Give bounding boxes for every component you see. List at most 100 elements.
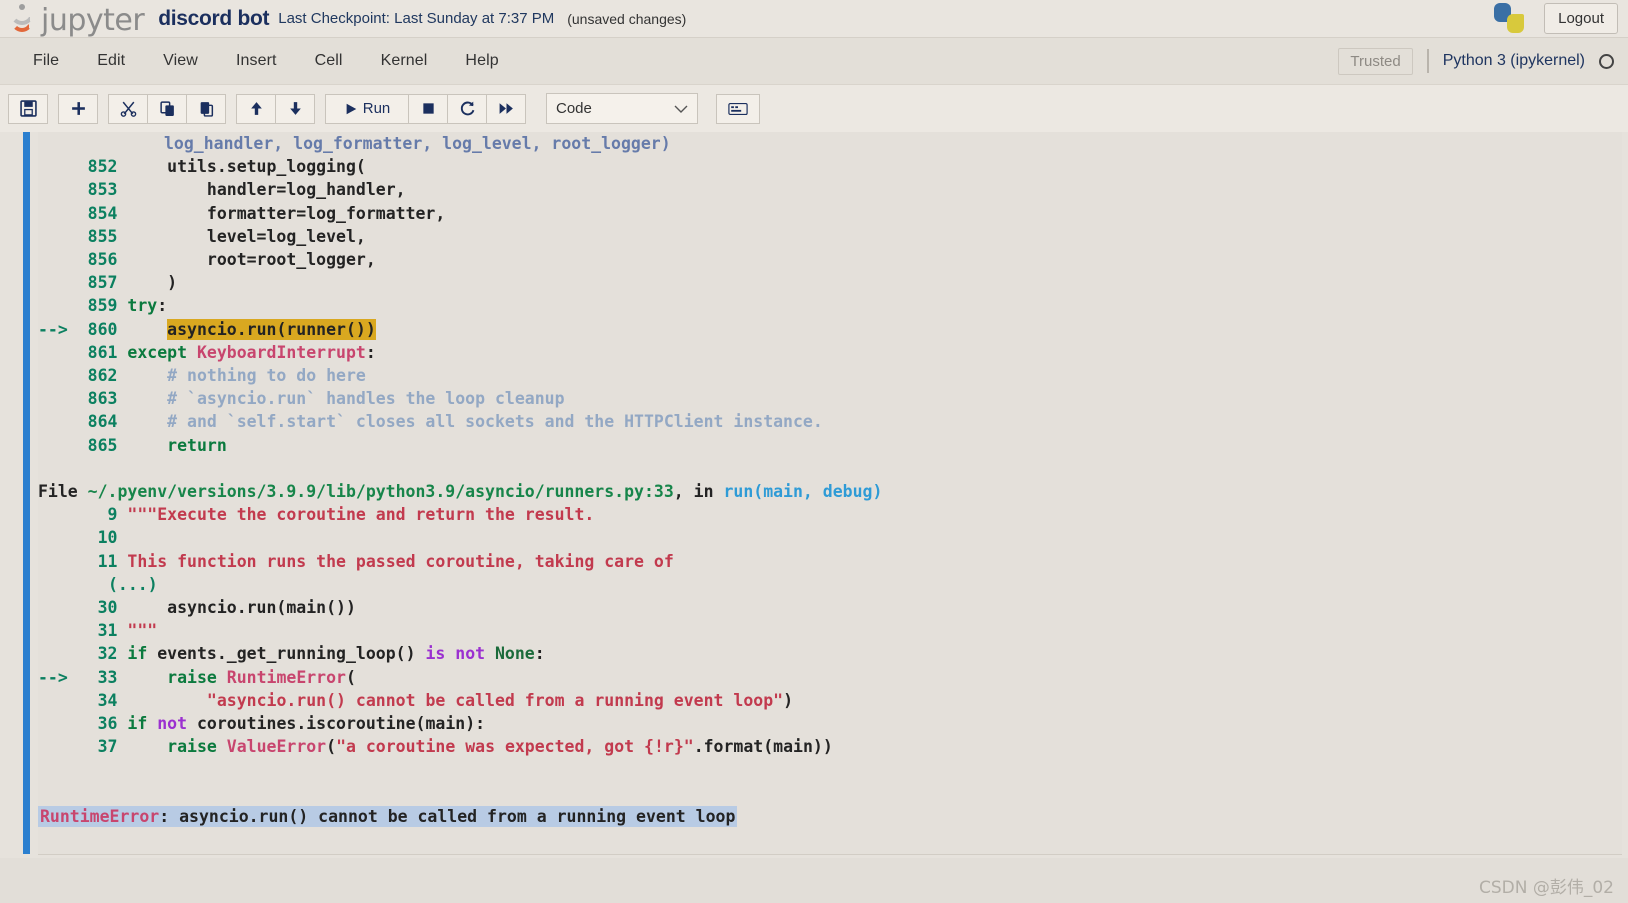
jupyter-logo[interactable]: jupyter bbox=[8, 2, 145, 38]
toolbar-group-move bbox=[236, 93, 315, 124]
menu-item-file[interactable]: File bbox=[14, 46, 78, 76]
insert-cell-button[interactable] bbox=[58, 93, 98, 124]
traceback-line: 865 return bbox=[38, 434, 1622, 457]
traceback-line: 855 level=log_level, bbox=[38, 225, 1622, 248]
traceback-line-gutter: 36 bbox=[77, 714, 128, 734]
arrow-down-icon bbox=[289, 102, 301, 115]
chevron-down-icon bbox=[674, 105, 688, 113]
traceback-line-gutter: 857 bbox=[77, 273, 128, 293]
restart-kernel-button[interactable] bbox=[447, 93, 487, 124]
selected-cell-indicator bbox=[23, 132, 30, 854]
traceback-line: 856 root=root_logger, bbox=[38, 248, 1622, 271]
jupyter-logo-icon bbox=[8, 3, 36, 36]
restart-circle-icon bbox=[460, 101, 474, 116]
cell-type-value: Code bbox=[556, 100, 592, 117]
run-button-label: Run bbox=[362, 100, 391, 117]
save-button[interactable] bbox=[8, 93, 48, 124]
traceback-line bbox=[164, 782, 1622, 805]
traceback-line: 9 """Execute the coroutine and return th… bbox=[38, 503, 1622, 526]
traceback-line: File ~/.pyenv/versions/3.9.9/lib/python3… bbox=[38, 480, 1622, 503]
traceback-line-gutter: 864 bbox=[77, 412, 128, 432]
trusted-badge[interactable]: Trusted bbox=[1338, 47, 1413, 75]
traceback-line: 863 # `asyncio.run` handles the loop cle… bbox=[38, 387, 1622, 410]
menu-item-cell[interactable]: Cell bbox=[296, 46, 362, 76]
arrow-up-icon bbox=[250, 102, 262, 115]
menu-bar: File Edit View Insert Cell Kernel Help T… bbox=[0, 37, 1628, 84]
menu-item-insert[interactable]: Insert bbox=[217, 46, 296, 76]
toolbar-group-save bbox=[8, 93, 48, 124]
toolbar-group-execute: Run bbox=[325, 93, 526, 124]
command-palette-button[interactable] bbox=[716, 93, 760, 124]
jupyter-logo-text: jupyter bbox=[41, 2, 145, 38]
traceback-line-gutter: 863 bbox=[77, 389, 128, 409]
kernel-name-label[interactable]: Python 3 (ipykernel) bbox=[1443, 52, 1585, 70]
menu-item-view[interactable]: View bbox=[144, 46, 217, 76]
traceback-line: 36 if not coroutines.iscoroutine(main): bbox=[38, 712, 1622, 735]
traceback-line-gutter: --> 860 bbox=[38, 319, 128, 339]
traceback-line: 10 bbox=[38, 526, 1622, 549]
jupyter-notebook-app: jupyter discord bot Last Checkpoint: Las… bbox=[0, 0, 1628, 903]
traceback-ellipsis: (...) bbox=[108, 574, 158, 594]
app-header: jupyter discord bot Last Checkpoint: Las… bbox=[0, 0, 1628, 37]
traceback-line: log_handler, log_formatter, log_level, r… bbox=[38, 132, 1622, 155]
notebook-toolbar: Run Code bbox=[0, 84, 1628, 132]
traceback-line: 861 except KeyboardInterrupt: bbox=[38, 341, 1622, 364]
traceback-line: RuntimeError: asyncio.run() cannot be ca… bbox=[38, 805, 1622, 828]
traceback-line-gutter: 855 bbox=[77, 226, 128, 246]
traceback-line: 30 asyncio.run(main()) bbox=[38, 596, 1622, 619]
logout-button[interactable]: Logout bbox=[1544, 3, 1618, 34]
interrupt-kernel-button[interactable] bbox=[408, 93, 448, 124]
traceback-line-gutter: 31 bbox=[77, 621, 128, 641]
stop-square-icon bbox=[422, 103, 434, 114]
move-cell-down-button[interactable] bbox=[275, 93, 315, 124]
traceback-line: 852 utils.setup_logging( bbox=[38, 155, 1622, 178]
run-button[interactable]: Run bbox=[325, 93, 409, 124]
traceback-line-gutter: 10 bbox=[77, 528, 128, 548]
copy-button[interactable] bbox=[147, 93, 187, 124]
traceback-line: 864 # and `self.start` closes all socket… bbox=[38, 410, 1622, 433]
traceback-line bbox=[164, 457, 1622, 480]
traceback-line: 31 """ bbox=[38, 619, 1622, 642]
cut-button[interactable] bbox=[108, 93, 148, 124]
traceback-line: 32 if events._get_running_loop() is not … bbox=[38, 642, 1622, 665]
traceback-line-gutter: 856 bbox=[77, 250, 128, 270]
save-icon bbox=[19, 100, 37, 117]
restart-run-all-button[interactable] bbox=[486, 93, 526, 124]
menu-item-edit[interactable]: Edit bbox=[78, 46, 144, 76]
kernel-idle-icon bbox=[1599, 53, 1614, 69]
traceback-line: 862 # nothing to do here bbox=[38, 364, 1622, 387]
traceback-line-gutter: 854 bbox=[77, 203, 128, 223]
traceback-line: 857 ) bbox=[38, 271, 1622, 294]
play-icon bbox=[346, 103, 356, 114]
notebook-body: log_handler, log_formatter, log_level, r… bbox=[0, 132, 1628, 903]
traceback-line: --> 33 raise RuntimeError( bbox=[38, 667, 356, 687]
menu-item-kernel[interactable]: Kernel bbox=[362, 46, 447, 76]
menubar-right-group: Trusted Python 3 (ipykernel) bbox=[1338, 47, 1614, 75]
traceback-line-gutter: 11 bbox=[77, 551, 128, 571]
traceback-line: (...) bbox=[108, 573, 1622, 596]
cell-type-dropdown[interactable]: Code bbox=[546, 93, 698, 124]
cell-output-traceback[interactable]: log_handler, log_formatter, log_level, r… bbox=[38, 132, 1622, 854]
highlighted-error-expression: asyncio.run(runner()) bbox=[167, 318, 376, 340]
last-checkpoint: Last Checkpoint: Last Sunday at 7:37 PM bbox=[278, 10, 555, 27]
watermark-label: CSDN @彭伟_02 bbox=[1478, 878, 1614, 898]
menu-item-help[interactable]: Help bbox=[446, 46, 517, 76]
traceback-line-gutter: 859 bbox=[77, 296, 128, 316]
paste-icon bbox=[200, 102, 213, 117]
move-cell-up-button[interactable] bbox=[236, 93, 276, 124]
traceback-line-gutter: 34 bbox=[77, 690, 128, 710]
fast-forward-icon bbox=[499, 103, 513, 114]
header-right-group: Logout bbox=[1494, 0, 1618, 37]
traceback-line: 37 raise ValueError("a coroutine was exp… bbox=[38, 735, 1622, 758]
toolbar-group-clipboard bbox=[108, 93, 226, 124]
traceback-line-gutter: 852 bbox=[77, 157, 128, 177]
notebook-name[interactable]: discord bot bbox=[158, 7, 269, 31]
traceback-line: 854 formatter=log_formatter, bbox=[38, 202, 1622, 225]
plus-icon bbox=[71, 102, 85, 115]
traceback-line-gutter: 30 bbox=[77, 598, 128, 618]
traceback-line-gutter: --> 33 bbox=[38, 667, 128, 687]
traceback-line bbox=[164, 758, 1622, 781]
traceback-line-gutter: 861 bbox=[77, 342, 128, 362]
traceback-line: 11 This function runs the passed corouti… bbox=[38, 550, 1622, 573]
paste-button[interactable] bbox=[186, 93, 226, 124]
